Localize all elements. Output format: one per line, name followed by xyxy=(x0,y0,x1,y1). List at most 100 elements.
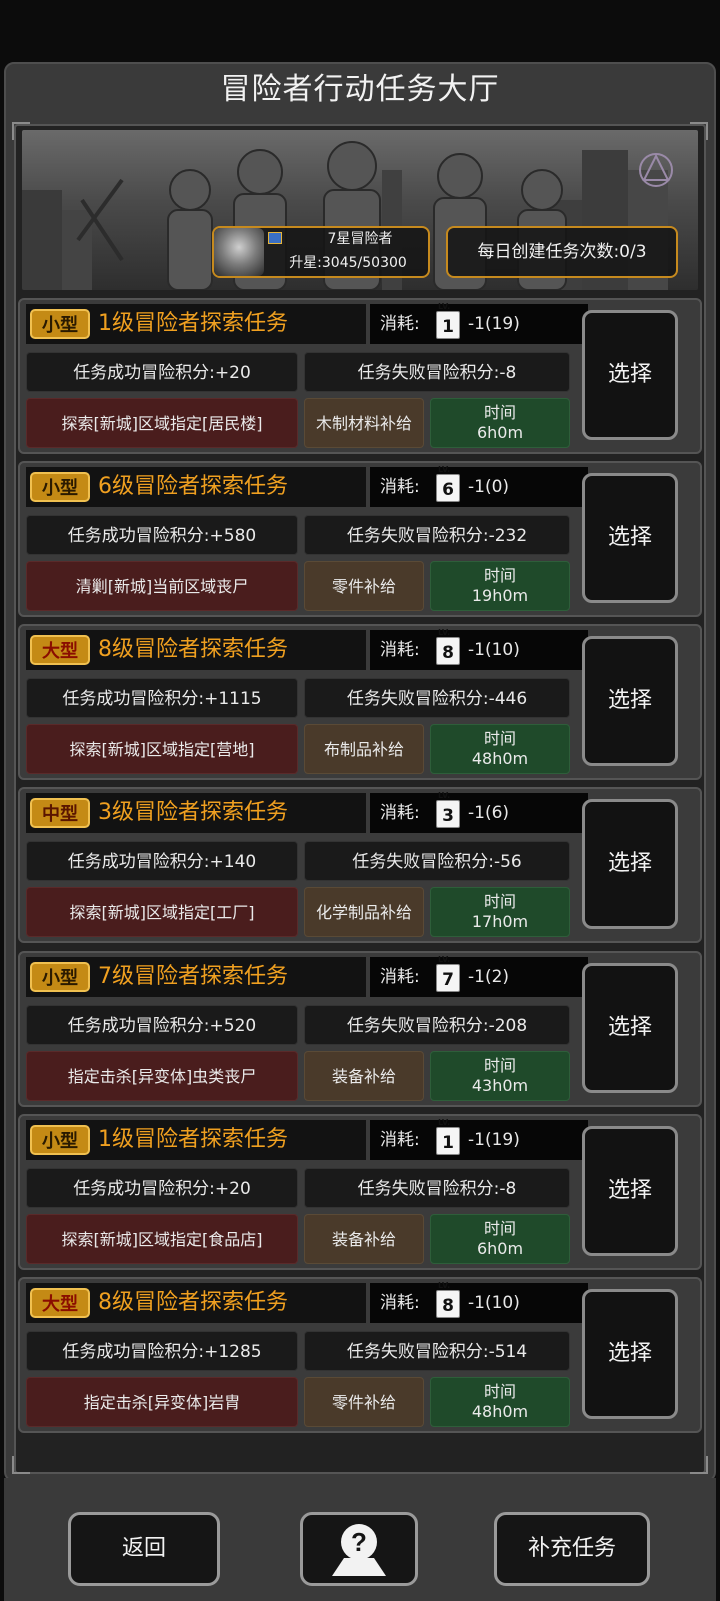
level-ticket-tag: LV. xyxy=(438,955,451,964)
level-ticket-icon: LV. 1 xyxy=(436,1118,460,1155)
task-card[interactable]: 小型 1级冒险者探索任务 消耗: LV. 1 -1(19) 任务成功冒险积分:+2… xyxy=(18,1114,702,1270)
task-duration: 时间 48h0m xyxy=(430,724,570,774)
task-header: 小型 1级冒险者探索任务 xyxy=(26,1120,366,1160)
task-name: 1级冒险者探索任务 xyxy=(98,1127,288,1152)
task-name: 8级冒险者探索任务 xyxy=(98,1290,288,1315)
task-cost: 消耗: LV. 1 -1(19) xyxy=(370,1118,588,1160)
time-label: 时间 xyxy=(483,1056,516,1075)
question-map-icon: ? xyxy=(332,1524,386,1576)
time-value: 43h0m xyxy=(471,1076,529,1095)
select-task-button[interactable]: 选择 xyxy=(582,310,678,440)
task-supply: 木制材料补给 xyxy=(304,398,424,448)
time-label: 时间 xyxy=(483,1382,516,1401)
task-duration: 时间 43h0m xyxy=(430,1051,570,1101)
task-objective: 探索[新城]区域指定[居民楼] xyxy=(26,398,298,448)
svg-text:?: ? xyxy=(351,1527,367,1557)
time-value: 6h0m xyxy=(476,423,524,442)
task-header: 小型 7级冒险者探索任务 xyxy=(26,957,366,997)
refill-tasks-button[interactable]: 补充任务 xyxy=(494,1512,650,1586)
task-size-badge: 小型 xyxy=(30,309,90,339)
cost-label: 消耗: xyxy=(380,640,420,660)
task-objective: 探索[新城]区域指定[食品店] xyxy=(26,1214,298,1264)
task-header: 小型 6级冒险者探索任务 xyxy=(26,467,366,507)
success-reward: 任务成功冒险积分:+1285 xyxy=(26,1331,298,1371)
level-ticket-number: 1 xyxy=(442,317,454,337)
level-ticket-icon: LV. 7 xyxy=(436,955,460,992)
task-supply: 装备补给 xyxy=(304,1214,424,1264)
level-ticket-number: 3 xyxy=(442,806,454,826)
task-header: 中型 3级冒险者探索任务 xyxy=(26,793,366,833)
task-cost: 消耗: LV. 8 -1(10) xyxy=(370,628,588,670)
fail-penalty: 任务失败冒险积分:-208 xyxy=(304,1005,570,1045)
select-task-button[interactable]: 选择 xyxy=(582,799,678,929)
level-ticket-tag: LV. xyxy=(438,1281,451,1290)
level-ticket-number: 7 xyxy=(442,970,454,990)
task-supply: 零件补给 xyxy=(304,1377,424,1427)
task-objective: 指定击杀[异变体]岩胄 xyxy=(26,1377,298,1427)
time-value: 6h0m xyxy=(476,1239,524,1258)
select-task-button[interactable]: 选择 xyxy=(582,963,678,1093)
avatar[interactable] xyxy=(214,228,264,276)
time-label: 时间 xyxy=(483,729,516,748)
task-name: 3级冒险者探索任务 xyxy=(98,800,288,825)
rank-progress: 升星:3045/50300 xyxy=(289,255,407,271)
task-card[interactable]: 大型 8级冒险者探索任务 消耗: LV. 8 -1(10) 任务成功冒险积分:+1… xyxy=(18,1277,702,1433)
rank-badge-icon xyxy=(268,232,282,244)
task-objective: 探索[新城]区域指定[营地] xyxy=(26,724,298,774)
back-button[interactable]: 返回 xyxy=(68,1512,220,1586)
level-ticket-icon: LV. 6 xyxy=(436,465,460,502)
success-reward: 任务成功冒险积分:+1115 xyxy=(26,678,298,718)
task-header: 小型 1级冒险者探索任务 xyxy=(26,304,366,344)
faction-emblem-icon xyxy=(639,153,673,187)
daily-create-count: 每日创建任务次数:0/3 xyxy=(446,226,678,278)
task-size-badge: 小型 xyxy=(30,472,90,502)
success-reward: 任务成功冒险积分:+520 xyxy=(26,1005,298,1045)
success-reward: 任务成功冒险积分:+580 xyxy=(26,515,298,555)
task-duration: 时间 6h0m xyxy=(430,398,570,448)
level-ticket-number: 8 xyxy=(442,643,454,663)
level-ticket-icon: LV. 8 xyxy=(436,1281,460,1318)
task-card[interactable]: 小型 1级冒险者探索任务 消耗: LV. 1 -1(19) 任务成功冒险积分:+2… xyxy=(18,298,702,454)
level-ticket-icon: LV. 8 xyxy=(436,628,460,665)
cost-value: -1(2) xyxy=(468,967,510,987)
cost-label: 消耗: xyxy=(380,803,420,823)
select-task-button[interactable]: 选择 xyxy=(582,636,678,766)
success-reward: 任务成功冒险积分:+20 xyxy=(26,352,298,392)
corner-ornament xyxy=(690,1456,708,1474)
time-value: 17h0m xyxy=(471,912,529,931)
time-label: 时间 xyxy=(483,403,516,422)
task-objective: 指定击杀[异变体]虫类丧尸 xyxy=(26,1051,298,1101)
task-size-badge: 中型 xyxy=(30,798,90,828)
task-duration: 时间 6h0m xyxy=(430,1214,570,1264)
task-size-badge: 大型 xyxy=(30,635,90,665)
fail-penalty: 任务失败冒险积分:-232 xyxy=(304,515,570,555)
task-supply: 装备补给 xyxy=(304,1051,424,1101)
level-ticket-tag: LV. xyxy=(438,465,451,474)
cost-value: -1(10) xyxy=(468,640,520,660)
task-card[interactable]: 中型 3级冒险者探索任务 消耗: LV. 3 -1(6) 任务成功冒险积分:+14… xyxy=(18,787,702,943)
task-cost: 消耗: LV. 8 -1(10) xyxy=(370,1281,588,1323)
select-task-button[interactable]: 选择 xyxy=(582,1289,678,1419)
level-ticket-tag: LV. xyxy=(438,791,451,800)
select-task-button[interactable]: 选择 xyxy=(582,473,678,603)
task-card[interactable]: 小型 6级冒险者探索任务 消耗: LV. 6 -1(0) 任务成功冒险积分:+58… xyxy=(18,461,702,617)
rank-name: 7星冒险者 xyxy=(327,231,393,247)
task-name: 7级冒险者探索任务 xyxy=(98,964,288,989)
fail-penalty: 任务失败冒险积分:-8 xyxy=(304,1168,570,1208)
task-cost: 消耗: LV. 7 -1(2) xyxy=(370,955,588,997)
time-label: 时间 xyxy=(483,566,516,585)
fail-penalty: 任务失败冒险积分:-56 xyxy=(304,841,570,881)
task-card[interactable]: 小型 7级冒险者探索任务 消耗: LV. 7 -1(2) 任务成功冒险积分:+52… xyxy=(18,951,702,1107)
fail-penalty: 任务失败冒险积分:-446 xyxy=(304,678,570,718)
task-cost: 消耗: LV. 1 -1(19) xyxy=(370,302,588,344)
time-value: 48h0m xyxy=(471,1402,529,1421)
task-supply: 零件补给 xyxy=(304,561,424,611)
task-objective: 探索[新城]区域指定[工厂] xyxy=(26,887,298,937)
help-button[interactable]: ? xyxy=(300,1512,418,1586)
task-name: 6级冒险者探索任务 xyxy=(98,474,288,499)
time-label: 时间 xyxy=(483,892,516,911)
task-header: 大型 8级冒险者探索任务 xyxy=(26,630,366,670)
select-task-button[interactable]: 选择 xyxy=(582,1126,678,1256)
task-card[interactable]: 大型 8级冒险者探索任务 消耗: LV. 8 -1(10) 任务成功冒险积分:+1… xyxy=(18,624,702,780)
task-size-badge: 大型 xyxy=(30,1288,90,1318)
